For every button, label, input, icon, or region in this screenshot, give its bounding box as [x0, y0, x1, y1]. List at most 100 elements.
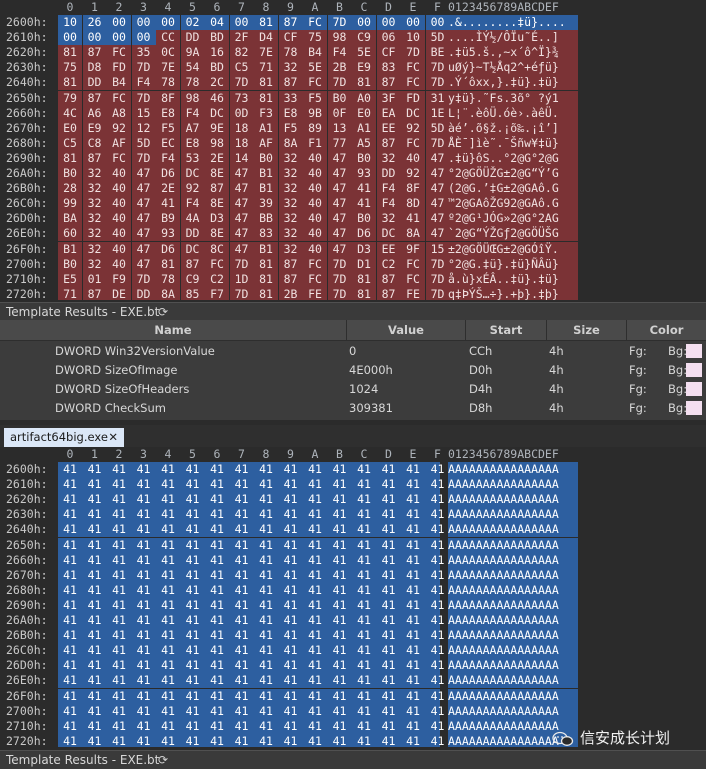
- byte-cell[interactable]: 46: [205, 90, 229, 106]
- byte-cell[interactable]: 47: [327, 166, 352, 181]
- byte-cell[interactable]: 41: [83, 628, 107, 643]
- row-ascii[interactable]: y‡ü}.˜Fs.3õ° ?ý1: [448, 90, 578, 106]
- byte-cell[interactable]: 7D: [425, 75, 450, 91]
- byte-cell[interactable]: 47: [131, 211, 156, 227]
- byte-cell[interactable]: 41: [303, 477, 327, 492]
- row-ascii[interactable]: ....ÌÝ½/ÔÏu˜É..]: [448, 30, 578, 46]
- hex-row[interactable]: 26F0h: B1 32 40 47 D6 DC 8C 47 B1 32 40 47 D3 EE 9F 15 ±2…: [0, 241, 706, 257]
- byte-cell[interactable]: 41: [401, 477, 425, 492]
- byte-cell[interactable]: 32: [82, 241, 107, 257]
- byte-cell[interactable]: 47: [131, 241, 156, 257]
- byte-cell[interactable]: 41: [377, 689, 401, 704]
- byte-cell[interactable]: 41: [205, 658, 229, 673]
- byte-cell[interactable]: 41: [205, 583, 229, 598]
- byte-cell[interactable]: 71: [254, 60, 278, 76]
- byte-cell[interactable]: 41: [328, 598, 352, 613]
- byte-cell[interactable]: 7D: [131, 90, 156, 106]
- byte-cell[interactable]: 41: [426, 568, 450, 583]
- byte-cell[interactable]: 41: [426, 598, 450, 613]
- byte-cell[interactable]: 41: [426, 613, 450, 628]
- byte-cell[interactable]: FD: [401, 90, 425, 106]
- byte-cell[interactable]: 98: [180, 90, 205, 106]
- hex-row[interactable]: 2600h: 41 41 41 41 41 41 41 41 41 41 41 41 41 41 41 41 AA…: [0, 462, 706, 477]
- byte-cell[interactable]: 41: [205, 643, 229, 658]
- byte-cell[interactable]: 41: [303, 507, 327, 522]
- byte-cell[interactable]: 41: [279, 689, 303, 704]
- byte-cell[interactable]: B1: [254, 241, 278, 257]
- byte-cell[interactable]: 41: [279, 522, 303, 537]
- hex-row[interactable]: 26C0h: 99 32 40 47 41 F4 8E 47 39 32 40 47 41 F4 8D 47 ™2…: [0, 196, 706, 212]
- byte-cell[interactable]: 41: [352, 734, 376, 747]
- byte-cell[interactable]: 41: [83, 658, 107, 673]
- byte-cell[interactable]: 47: [425, 166, 450, 181]
- byte-cell[interactable]: FE: [303, 286, 327, 300]
- byte-cell[interactable]: 41: [426, 492, 450, 507]
- byte-cell[interactable]: 41: [279, 538, 303, 553]
- byte-cell[interactable]: E9: [82, 120, 107, 136]
- byte-cell[interactable]: D6: [352, 226, 376, 242]
- byte-cell[interactable]: 2E: [205, 150, 229, 166]
- byte-cell[interactable]: 47: [131, 256, 156, 272]
- hex-row[interactable]: 26C0h: 41 41 41 41 41 41 41 41 41 41 41 41 41 41 41 41 AA…: [0, 643, 706, 659]
- byte-cell[interactable]: 41: [377, 522, 401, 537]
- byte-cell[interactable]: 41: [58, 719, 82, 734]
- byte-cell[interactable]: 87: [278, 15, 303, 30]
- byte-cell[interactable]: 81: [254, 271, 278, 287]
- byte-cell[interactable]: A0: [352, 90, 376, 106]
- byte-cell[interactable]: 41: [107, 568, 131, 583]
- byte-cell[interactable]: 41: [83, 643, 107, 658]
- byte-cell[interactable]: 41: [132, 704, 156, 719]
- byte-cell[interactable]: DD: [131, 286, 156, 300]
- byte-cell[interactable]: 41: [401, 522, 425, 537]
- byte-cell[interactable]: 73: [229, 90, 254, 106]
- byte-cell[interactable]: 41: [107, 598, 131, 613]
- row-ascii[interactable]: ™2@GAôŽG92@GAô.G: [448, 196, 578, 212]
- byte-cell[interactable]: 41: [303, 598, 327, 613]
- byte-cell[interactable]: 41: [181, 704, 205, 719]
- byte-cell[interactable]: 41: [377, 462, 401, 477]
- byte-cell[interactable]: 41: [107, 583, 131, 598]
- byte-cell[interactable]: 9E: [205, 120, 229, 136]
- byte-cell[interactable]: 41: [83, 477, 107, 492]
- byte-cell[interactable]: 41: [181, 643, 205, 658]
- byte-cell[interactable]: 8E: [205, 226, 229, 242]
- byte-cell[interactable]: 47: [229, 241, 254, 257]
- byte-cell[interactable]: 41: [328, 568, 352, 583]
- byte-cell[interactable]: 41: [181, 492, 205, 507]
- byte-cell[interactable]: 00: [131, 15, 156, 30]
- close-icon[interactable]: ✕: [108, 428, 118, 447]
- row-ascii[interactable]: L¦¨.èôÜ.óè›.àêÜ.: [448, 105, 578, 121]
- byte-cell[interactable]: 41: [181, 477, 205, 492]
- byte-cell[interactable]: 41: [426, 658, 450, 673]
- byte-cell[interactable]: 8C: [205, 241, 229, 257]
- byte-cell[interactable]: 41: [181, 613, 205, 628]
- row-ascii[interactable]: AAAAAAAAAAAAAAAA: [448, 658, 578, 674]
- byte-cell[interactable]: A1: [254, 120, 278, 136]
- byte-cell[interactable]: DC: [401, 105, 425, 121]
- byte-cell[interactable]: 41: [132, 689, 156, 704]
- hex-row[interactable]: 2620h: 41 41 41 41 41 41 41 41 41 41 41 41 41 41 41 41 AA…: [0, 492, 706, 508]
- byte-cell[interactable]: 87: [82, 150, 107, 166]
- byte-cell[interactable]: FC: [303, 256, 327, 272]
- byte-cell[interactable]: EE: [376, 120, 401, 136]
- byte-cell[interactable]: 47: [425, 226, 450, 242]
- byte-cell[interactable]: 41: [254, 628, 278, 643]
- row-ascii[interactable]: AAAAAAAAAAAAAAAA: [448, 477, 578, 493]
- hex-row[interactable]: 2680h: C5 C8 AF 5D EC E8 98 18 AF 8A F1 77 A5 87 FC 7D ÅÈ…: [0, 135, 706, 151]
- byte-cell[interactable]: 81: [156, 256, 180, 272]
- byte-cell[interactable]: 40: [107, 211, 131, 227]
- byte-cell[interactable]: 41: [156, 462, 180, 477]
- byte-cell[interactable]: 41: [83, 689, 107, 704]
- byte-cell[interactable]: 41: [352, 477, 376, 492]
- byte-cell[interactable]: 41: [377, 719, 401, 734]
- byte-cell[interactable]: F4: [376, 181, 401, 197]
- byte-cell[interactable]: 41: [254, 673, 278, 688]
- byte-cell[interactable]: F4: [376, 196, 401, 212]
- byte-cell[interactable]: 41: [328, 522, 352, 537]
- byte-cell[interactable]: 77: [327, 135, 352, 151]
- byte-cell[interactable]: 41: [303, 583, 327, 598]
- byte-cell[interactable]: FC: [401, 256, 425, 272]
- byte-cell[interactable]: 41: [107, 734, 131, 747]
- table-row[interactable]: DWORD SizeOfImage 4E000h D0h 4h Fg: Bg:: [0, 361, 706, 380]
- byte-cell[interactable]: 41: [58, 522, 82, 537]
